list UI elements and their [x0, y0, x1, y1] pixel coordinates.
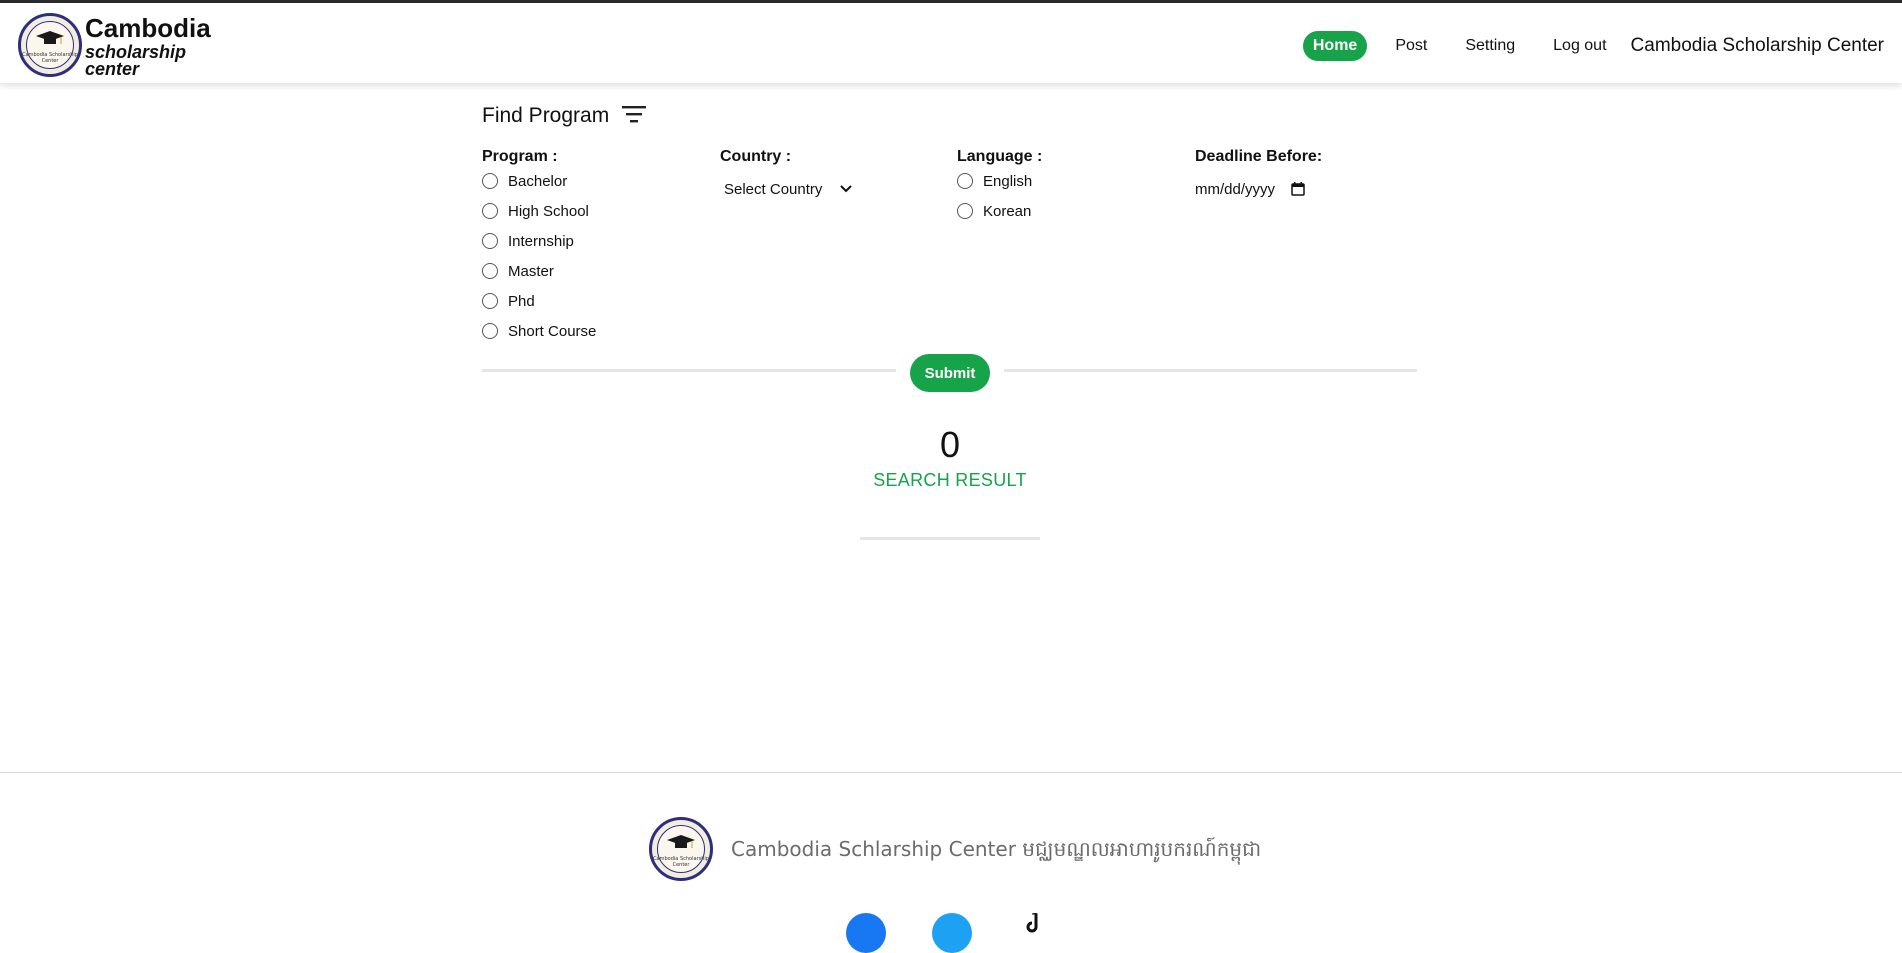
- brand-line-3: center: [85, 59, 140, 79]
- twitter-icon[interactable]: [932, 913, 972, 953]
- footer-logo-seal: Cambodia Scholarship Center: [649, 817, 713, 881]
- program-option-short-course[interactable]: Short Course: [482, 316, 596, 346]
- radio-button[interactable]: [957, 203, 973, 219]
- site-header: Cambodia Scholarship Center Cambodia sch…: [0, 3, 1902, 83]
- footer-divider: [0, 772, 1902, 773]
- radio-button[interactable]: [957, 173, 973, 189]
- logo-seal[interactable]: Cambodia Scholarship Center: [18, 13, 82, 77]
- calendar-icon[interactable]: [1291, 182, 1305, 196]
- graduation-cap-icon: [36, 31, 64, 44]
- facebook-icon[interactable]: [846, 913, 886, 953]
- nav-home[interactable]: Home: [1302, 31, 1368, 61]
- country-select[interactable]: Select Country: [720, 174, 853, 204]
- nav-logout[interactable]: Log out: [1543, 31, 1616, 61]
- country-label: Country :: [720, 148, 792, 165]
- option-label: Master: [508, 262, 554, 280]
- brand-logo-text[interactable]: Cambodia scholarship center: [85, 15, 211, 78]
- radio-button[interactable]: [482, 263, 498, 279]
- country-filter: Country : Select Country: [720, 148, 853, 204]
- find-program-title: Find Program: [482, 104, 610, 127]
- option-label: English: [983, 172, 1033, 190]
- option-label: Bachelor: [508, 172, 568, 190]
- option-label: Internship: [508, 232, 574, 250]
- option-label: Korean: [983, 202, 1032, 220]
- search-result-label: SEARCH RESULT: [873, 470, 1027, 490]
- deadline-filter: Deadline Before: mm/dd/yyyy: [1195, 148, 1322, 204]
- radio-button[interactable]: [482, 293, 498, 309]
- country-selected-value: Select Country: [724, 180, 823, 198]
- footer-text: Cambodia Schlarship Center មជ្ឈមណ្ឌលអាហា…: [731, 837, 1262, 861]
- radio-button[interactable]: [482, 233, 498, 249]
- language-filter: Language : English Korean: [957, 148, 1042, 226]
- program-option-high-school[interactable]: High School: [482, 196, 596, 226]
- filter-icon[interactable]: [622, 104, 646, 124]
- main-nav: Home Post Setting Log out Cambodia Schol…: [1285, 29, 1884, 63]
- deadline-date-input[interactable]: mm/dd/yyyy: [1195, 174, 1322, 204]
- deadline-label: Deadline Before:: [1195, 148, 1323, 165]
- nav-setting[interactable]: Setting: [1455, 31, 1525, 61]
- language-label: Language :: [957, 148, 1043, 165]
- result-underline: [860, 537, 1040, 540]
- brand-line-1: Cambodia: [85, 13, 211, 43]
- nav-post[interactable]: Post: [1385, 31, 1437, 61]
- option-label: Short Course: [508, 322, 597, 340]
- program-option-internship[interactable]: Internship: [482, 226, 596, 256]
- divider-left: [482, 369, 896, 372]
- search-result-count: 0: [939, 424, 961, 465]
- language-option-korean[interactable]: Korean: [957, 196, 1042, 226]
- chevron-down-icon: [840, 185, 853, 193]
- nav-site-title[interactable]: Cambodia Scholarship Center: [1631, 35, 1884, 57]
- divider-right: [1004, 369, 1417, 372]
- graduation-cap-icon: [667, 835, 695, 848]
- seal-text: Cambodia Scholarship Center: [22, 52, 78, 64]
- seal-text: Cambodia Scholarship Center: [653, 856, 709, 868]
- program-label: Program :: [482, 148, 558, 165]
- option-label: High School: [508, 202, 589, 220]
- program-option-bachelor[interactable]: Bachelor: [482, 166, 596, 196]
- date-placeholder: mm/dd/yyyy: [1195, 180, 1276, 198]
- language-option-english[interactable]: English: [957, 166, 1042, 196]
- radio-button[interactable]: [482, 323, 498, 339]
- radio-button[interactable]: [482, 173, 498, 189]
- radio-button[interactable]: [482, 203, 498, 219]
- option-label: Phd: [508, 292, 535, 310]
- tiktok-icon[interactable]: [1024, 913, 1046, 935]
- submit-button[interactable]: Submit: [910, 354, 990, 392]
- program-option-phd[interactable]: Phd: [482, 286, 596, 316]
- program-filter: Program : Bachelor High School Internshi…: [482, 148, 596, 346]
- program-option-master[interactable]: Master: [482, 256, 596, 286]
